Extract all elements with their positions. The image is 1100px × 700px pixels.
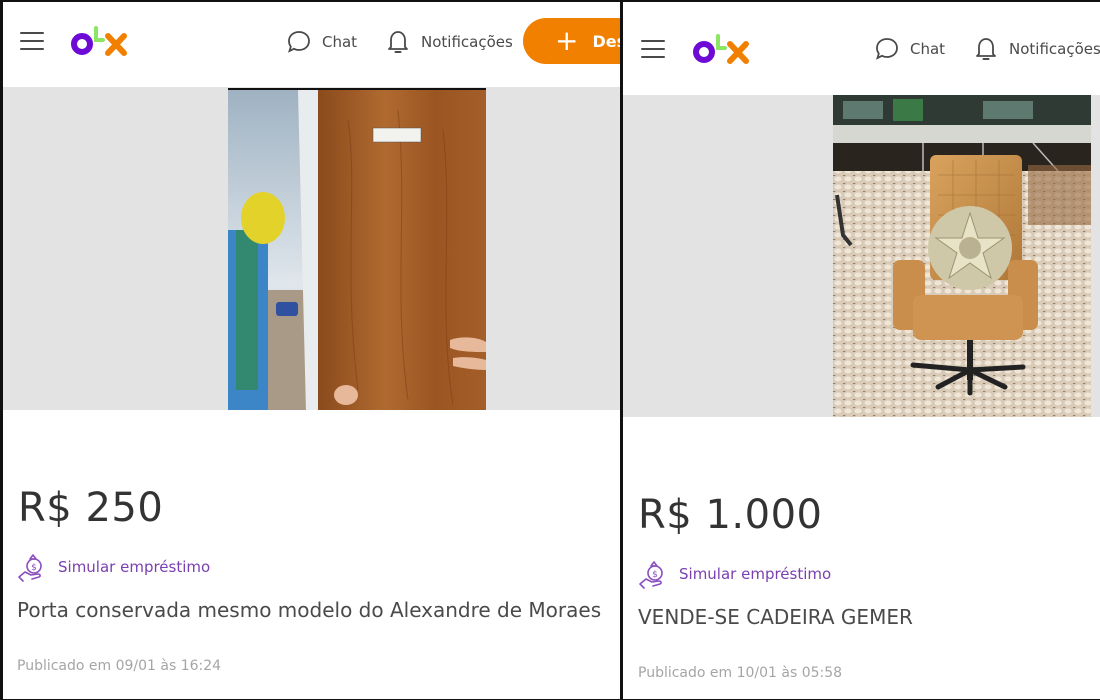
header: Chat Notificações + Des <box>3 2 620 87</box>
listing-photo-chair[interactable] <box>833 95 1091 417</box>
bell-icon <box>976 38 996 60</box>
photo-gallery[interactable] <box>623 95 1100 417</box>
simulate-loan-link[interactable]: $ Simular empréstimo <box>16 550 210 584</box>
notifications-label: Notificações <box>1009 40 1100 58</box>
advertise-label: Des <box>592 31 620 51</box>
chat-bubble-icon <box>876 38 898 60</box>
price: R$ 1.000 <box>638 492 823 538</box>
header: Chat Notificações <box>623 2 1100 94</box>
bell-icon <box>388 31 408 53</box>
listing-photo-door[interactable] <box>228 88 486 410</box>
door-photo-illustration <box>228 90 486 410</box>
listing-title: Porta conservada mesmo modelo do Alexand… <box>17 598 602 622</box>
chat-label: Chat <box>322 33 358 51</box>
chat-link[interactable]: Chat <box>286 29 357 55</box>
chat-label: Chat <box>910 40 946 58</box>
simulate-loan-link[interactable]: $ Simular empréstimo <box>637 557 831 591</box>
published-date: Publicado em 09/01 às 16:24 <box>17 658 222 674</box>
price: R$ 250 <box>18 485 164 531</box>
listing-panel-right: Chat Notificações R$ 1.000 $ Simular emp… <box>623 2 1100 699</box>
svg-text:$: $ <box>652 570 658 580</box>
svg-text:$: $ <box>31 563 37 573</box>
published-date: Publicado em 10/01 às 05:58 <box>638 665 843 681</box>
notifications-label: Notificações <box>421 33 513 51</box>
hamburger-menu-icon[interactable] <box>20 32 44 50</box>
money-bag-hand-icon: $ <box>639 561 663 589</box>
simulate-loan-label: Simular empréstimo <box>679 565 832 583</box>
hamburger-menu-icon[interactable] <box>641 40 665 58</box>
olx-logo[interactable] <box>70 22 130 58</box>
listing-panel-left: Chat Notificações + Des <box>3 2 620 699</box>
olx-logo[interactable] <box>692 30 752 66</box>
notifications-link[interactable]: Notificações <box>385 28 513 56</box>
simulate-loan-label: Simular empréstimo <box>58 558 211 576</box>
chat-link[interactable]: Chat <box>874 36 945 62</box>
chat-bubble-icon <box>288 31 310 53</box>
money-bag-hand-icon: $ <box>18 554 42 582</box>
notifications-link[interactable]: Notificações <box>973 35 1100 63</box>
listing-title: VENDE-SE CADEIRA GEMER <box>638 605 913 629</box>
plus-icon: + <box>555 24 579 57</box>
photo-gallery[interactable] <box>3 87 620 410</box>
chair-photo-illustration <box>833 95 1091 417</box>
advertise-button[interactable]: + Des <box>523 18 620 64</box>
